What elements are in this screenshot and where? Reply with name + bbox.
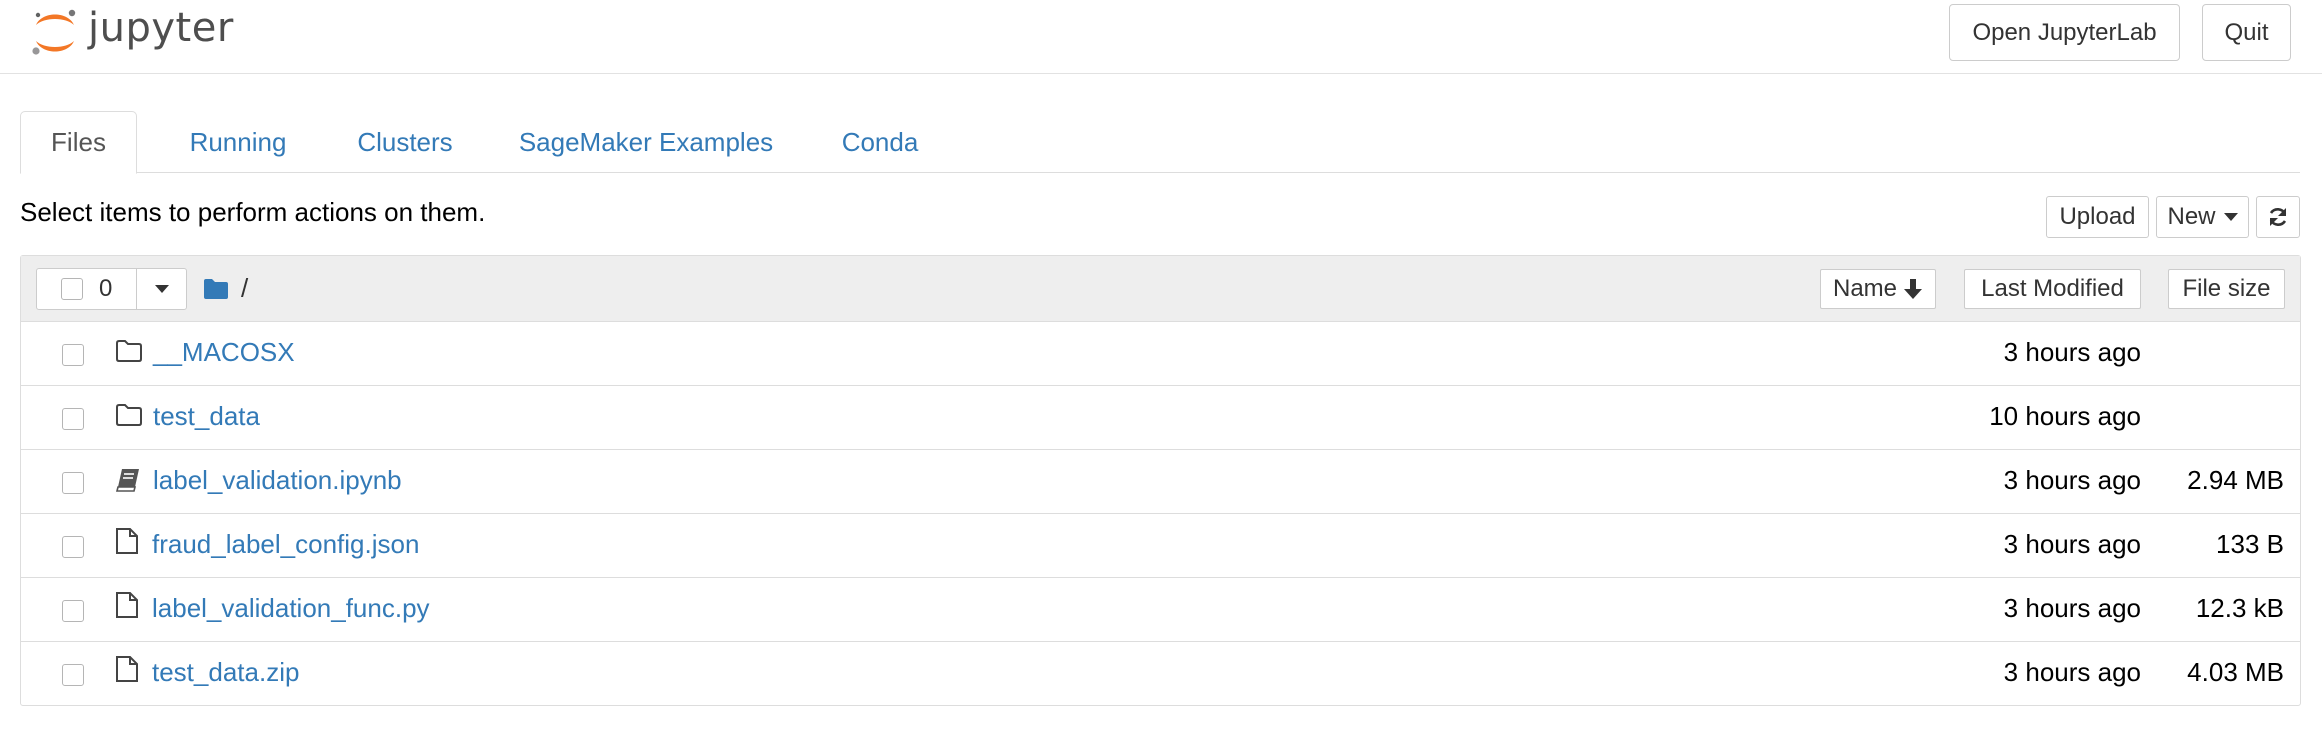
list-item[interactable]: test_data.zip 3 hours ago 4.03 MB <box>21 642 2300 706</box>
list-item[interactable]: fraud_label_config.json 3 hours ago 133 … <box>21 514 2300 578</box>
file-size: 2.94 MB <box>2187 465 2284 495</box>
notebook-icon <box>115 469 139 492</box>
arrow-down-icon <box>1904 279 1923 299</box>
file-size: 12.3 kB <box>2195 593 2284 623</box>
row-checkbox[interactable] <box>62 600 84 622</box>
file-name-link[interactable]: __MACOSX <box>153 337 295 368</box>
file-modified: 3 hours ago <box>2003 657 2141 687</box>
tab-clusters[interactable]: Clusters <box>330 111 480 173</box>
select-all-checkbox[interactable] <box>61 278 83 300</box>
tab-files[interactable]: Files <box>20 111 137 174</box>
select-menu-dropdown[interactable] <box>137 269 186 309</box>
file-modified: 10 hours ago <box>1989 401 2141 431</box>
new-button-label: New <box>2167 203 2216 230</box>
refresh-icon <box>2269 208 2287 226</box>
caret-down-icon <box>2223 213 2238 221</box>
jupyter-logo[interactable]: jupyter <box>30 2 234 62</box>
file-modified: 3 hours ago <box>2003 593 2141 623</box>
row-checkbox[interactable] <box>62 664 84 686</box>
list-item[interactable]: label_validation_func.py 3 hours ago 12.… <box>21 578 2300 642</box>
sort-by-name-button[interactable]: Name <box>1820 269 1936 309</box>
file-icon <box>116 592 138 618</box>
caret-down-icon <box>154 285 169 293</box>
file-name-link[interactable]: label_validation.ipynb <box>153 465 402 496</box>
quit-button[interactable]: Quit <box>2202 4 2291 61</box>
tab-running[interactable]: Running <box>162 111 314 173</box>
breadcrumb: / <box>203 273 248 304</box>
list-item[interactable]: __MACOSX 3 hours ago <box>21 322 2300 386</box>
tab-conda[interactable]: Conda <box>810 111 950 173</box>
file-modified: 3 hours ago <box>2003 337 2141 367</box>
list-item[interactable]: label_validation.ipynb 3 hours ago 2.94 … <box>21 450 2300 514</box>
file-icon <box>116 656 138 682</box>
folder-icon[interactable] <box>203 278 229 300</box>
sort-by-file-size-button[interactable]: File size <box>2168 269 2285 309</box>
file-name-link[interactable]: label_validation_func.py <box>152 593 430 624</box>
header-bar: jupyter Open JupyterLab Quit <box>0 0 2322 74</box>
tab-sagemaker-examples[interactable]: SageMaker Examples <box>498 111 794 173</box>
open-jupyterlab-button[interactable]: Open JupyterLab <box>1949 4 2180 61</box>
new-dropdown-button[interactable]: New <box>2156 196 2249 238</box>
file-list-header: 0 / Name Last Modified File size <box>21 256 2300 322</box>
file-size: 4.03 MB <box>2187 657 2284 687</box>
file-icon <box>116 528 138 554</box>
file-modified: 3 hours ago <box>2003 465 2141 495</box>
row-checkbox[interactable] <box>62 472 84 494</box>
file-name-link[interactable]: test_data <box>153 401 260 432</box>
row-checkbox[interactable] <box>62 536 84 558</box>
list-item[interactable]: test_data 10 hours ago <box>21 386 2300 450</box>
jupyter-logo-icon <box>32 9 76 55</box>
selected-count: 0 <box>99 275 113 302</box>
refresh-button[interactable] <box>2256 196 2300 238</box>
row-checkbox[interactable] <box>62 408 84 430</box>
upload-button[interactable]: Upload <box>2046 196 2149 238</box>
tab-bar: Files Running Clusters SageMaker Example… <box>20 111 2300 174</box>
file-name-link[interactable]: test_data.zip <box>152 657 299 688</box>
file-name-link[interactable]: fraud_label_config.json <box>152 529 419 560</box>
select-all-group: 0 <box>36 268 187 310</box>
file-size: 133 B <box>2216 529 2284 559</box>
folder-outline-icon <box>116 404 142 426</box>
folder-outline-icon <box>116 340 142 362</box>
sort-by-last-modified-button[interactable]: Last Modified <box>1964 269 2141 309</box>
breadcrumb-root[interactable]: / <box>241 273 248 304</box>
row-checkbox[interactable] <box>62 344 84 366</box>
instructions-text: Select items to perform actions on them. <box>20 197 486 227</box>
logo-wordmark: jupyter <box>88 5 234 51</box>
file-modified: 3 hours ago <box>2003 529 2141 559</box>
select-all-toggle[interactable]: 0 <box>37 269 137 309</box>
file-list: 0 / Name Last Modified File size __MACOS… <box>20 255 2301 706</box>
column-name-label: Name <box>1832 275 1898 302</box>
